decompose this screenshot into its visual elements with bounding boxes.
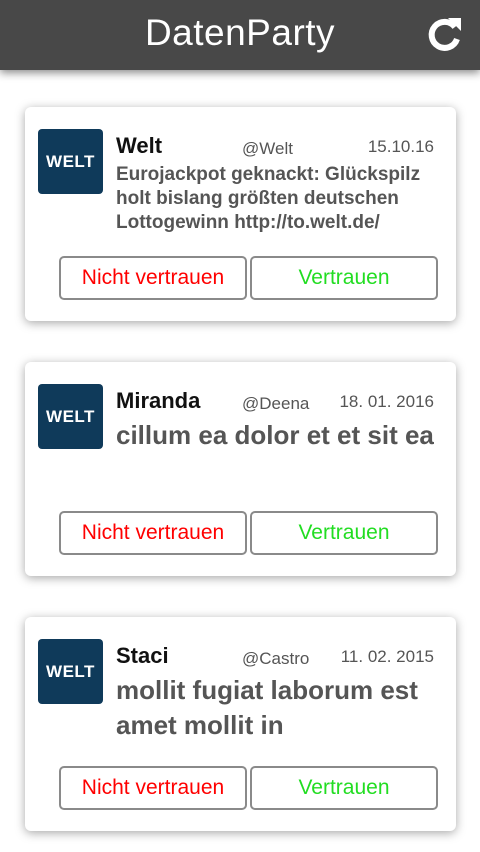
news-card: WELT Miranda @Deena 18. 01. 2016 cillum … xyxy=(25,362,456,576)
source-name: Staci xyxy=(116,643,169,668)
news-card: WELT Staci @Castro 11. 02. 2015 mollit f… xyxy=(25,617,456,831)
source-handle: @Welt xyxy=(242,139,293,158)
source-handle: @Castro xyxy=(242,649,310,668)
trust-button[interactable]: Vertrauen xyxy=(250,256,438,300)
post-date: 11. 02. 2015 xyxy=(340,647,434,666)
source-handle: @Deena xyxy=(242,394,310,413)
welt-logo: WELT xyxy=(38,129,103,194)
distrust-button[interactable]: Nicht vertrauen xyxy=(59,256,247,300)
post-text: mollit fugiat laborum est amet mollit in xyxy=(116,675,418,740)
welt-logo: WELT xyxy=(38,639,103,704)
post-text: cillum ea dolor et et sit ea xyxy=(116,420,434,450)
distrust-button[interactable]: Nicht vertrauen xyxy=(59,766,247,810)
post-date: 15.10.16 xyxy=(367,137,434,156)
welt-logo: WELT xyxy=(38,384,103,449)
refresh-icon[interactable] xyxy=(424,15,464,55)
trust-button[interactable]: Vertrauen xyxy=(250,511,438,555)
source-name: Welt xyxy=(116,133,163,158)
app-bar: DatenParty xyxy=(0,0,480,70)
trust-button[interactable]: Vertrauen xyxy=(250,766,438,810)
app-title: DatenParty xyxy=(144,12,336,53)
news-card: WELT Welt @Welt 15.10.16 Eurojackpot gek… xyxy=(25,107,456,321)
post-date: 18. 01. 2016 xyxy=(339,392,434,411)
post-text: Eurojackpot geknackt: Glückspilz holt bi… xyxy=(116,164,421,233)
source-name: Miranda xyxy=(116,388,201,413)
distrust-button[interactable]: Nicht vertrauen xyxy=(59,511,247,555)
